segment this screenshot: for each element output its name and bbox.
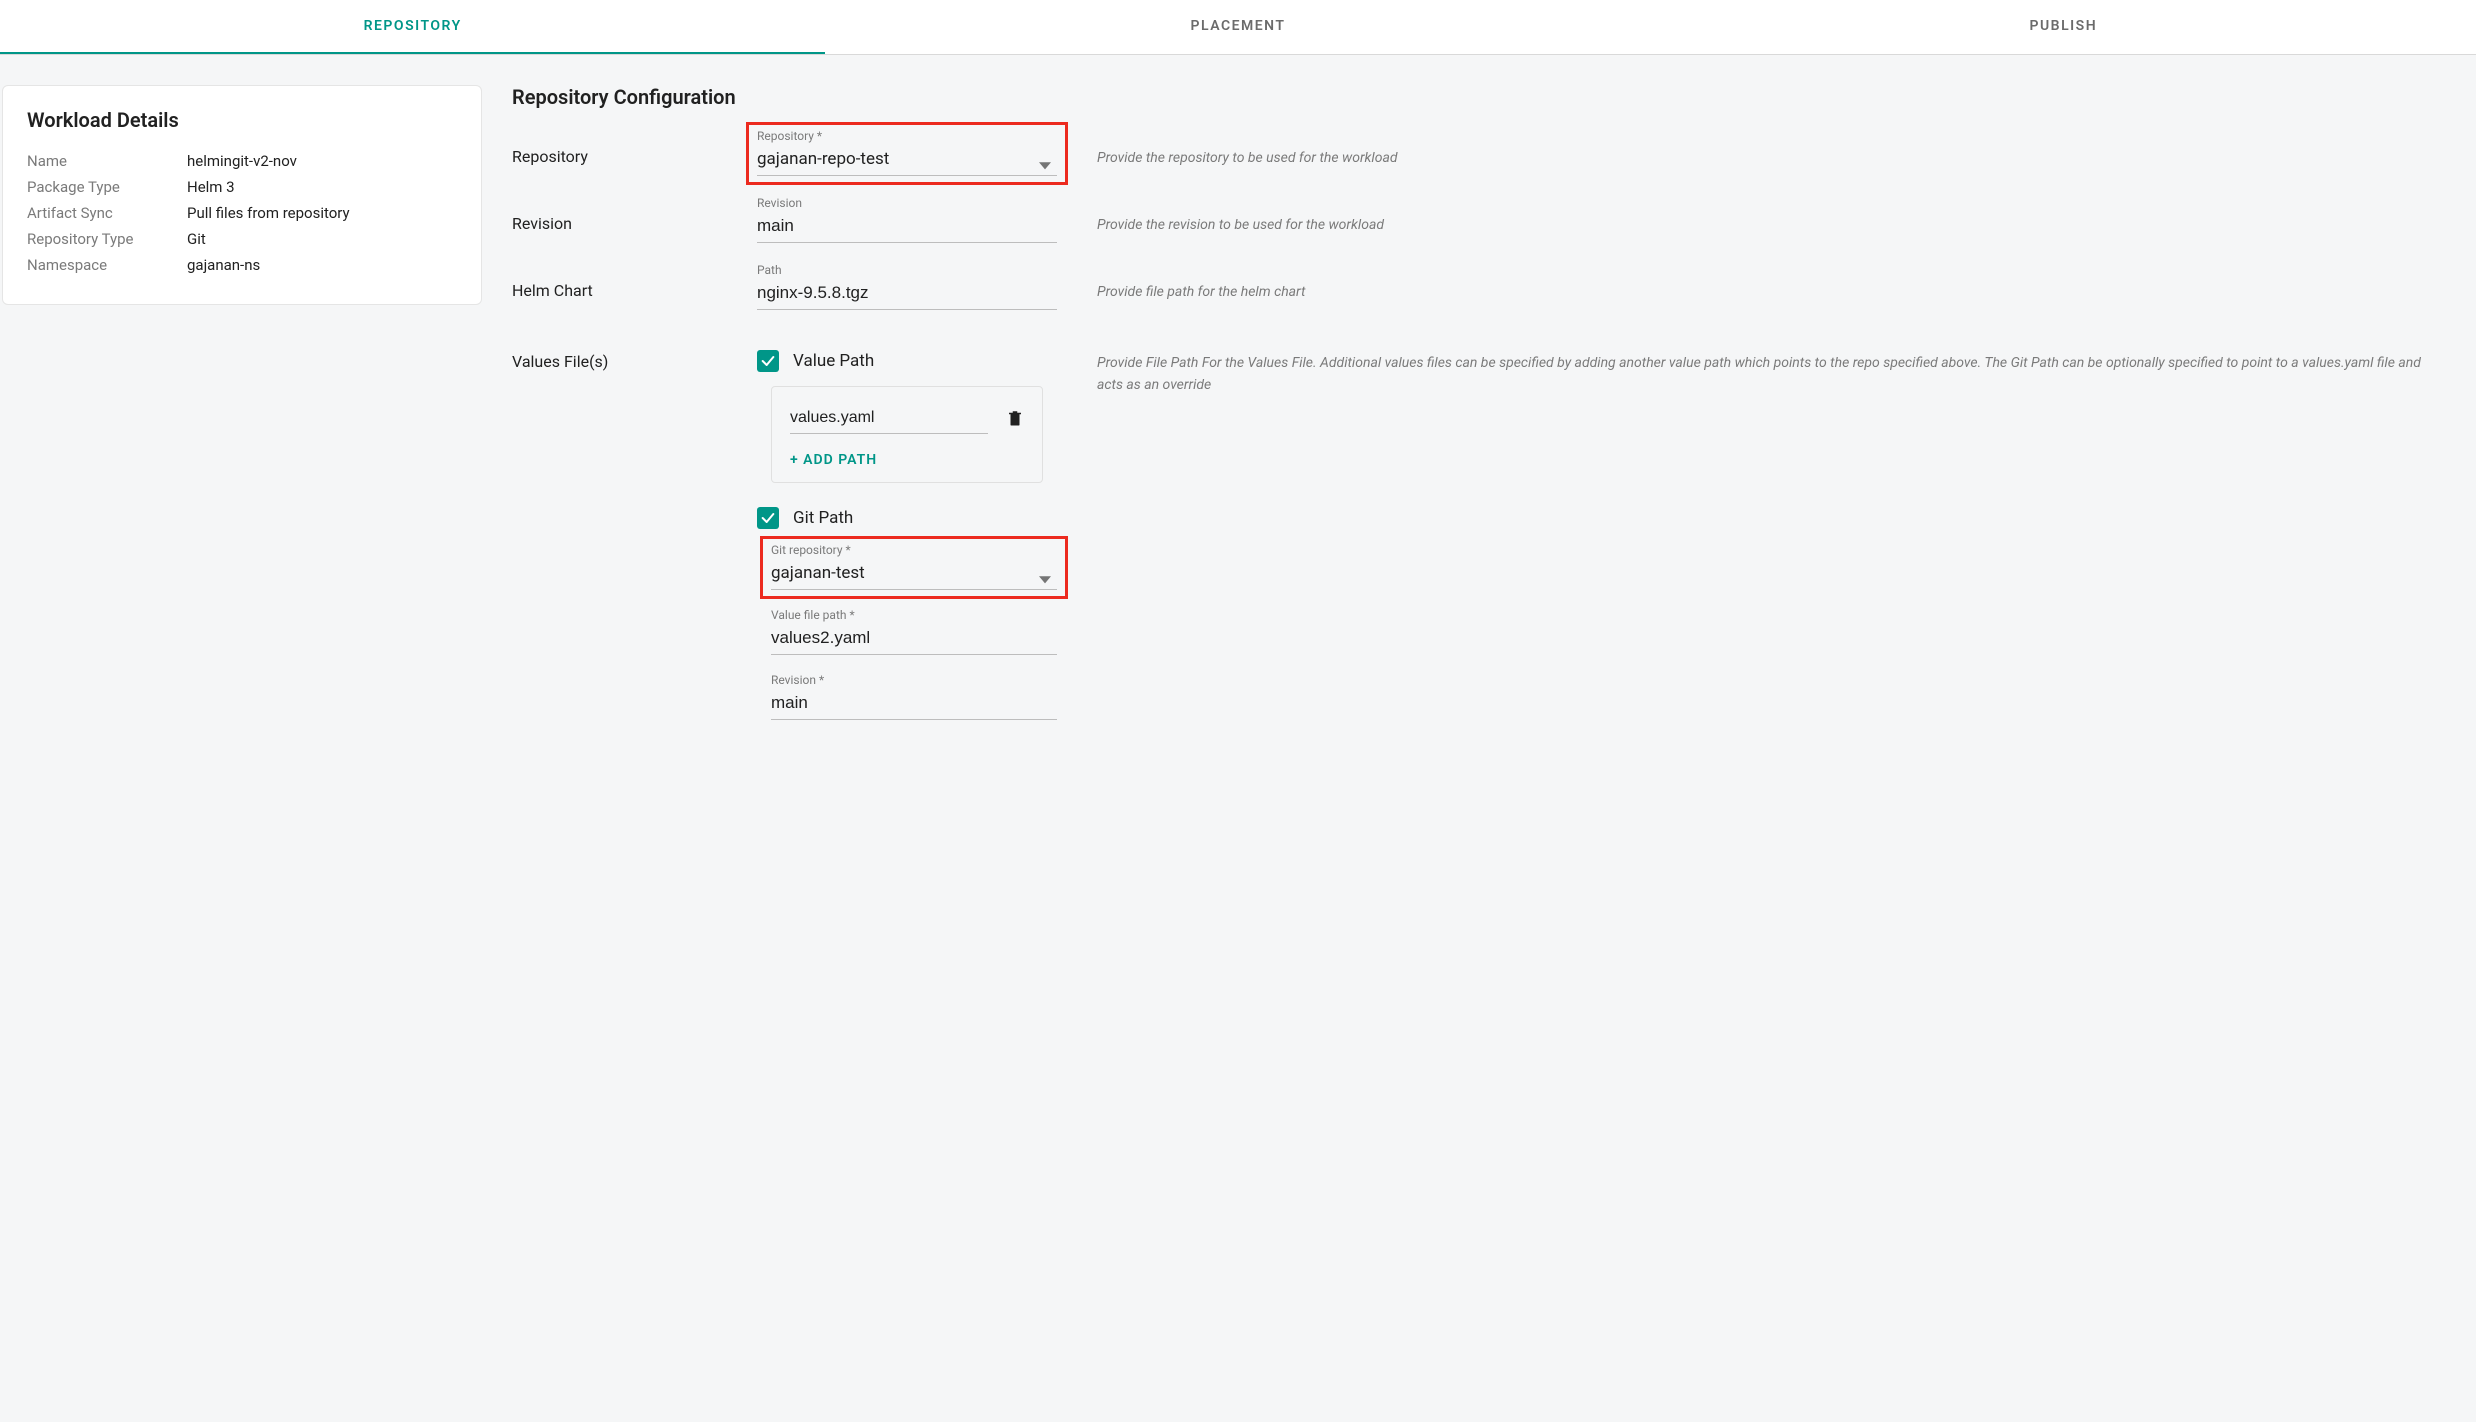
helm-chart-help: Provide file path for the helm chart bbox=[1057, 263, 2446, 303]
value-file-path-float-label: Value file path * bbox=[771, 608, 1057, 622]
wd-label-namespace: Namespace bbox=[27, 256, 187, 274]
revision-input[interactable] bbox=[757, 212, 1057, 243]
revision-help: Provide the revision to be used for the … bbox=[1057, 196, 2446, 236]
git-repository-select[interactable]: gajanan-test bbox=[771, 559, 1057, 590]
workload-details-card: Workload Details Name helmingit-v2-nov P… bbox=[2, 85, 482, 305]
repository-row-label: Repository bbox=[512, 129, 757, 166]
workload-details-title: Workload Details bbox=[27, 108, 457, 132]
check-icon bbox=[760, 510, 776, 526]
repository-config-section: Repository Configuration Repository Repo… bbox=[512, 85, 2476, 758]
helm-chart-input[interactable] bbox=[757, 279, 1057, 310]
repository-highlight: Repository * gajanan-repo-test bbox=[746, 122, 1068, 185]
wd-label-package-type: Package Type bbox=[27, 178, 187, 196]
add-path-button[interactable]: + ADD PATH bbox=[790, 452, 877, 468]
value-path-input[interactable] bbox=[790, 405, 988, 434]
tab-publish[interactable]: PUBLISH bbox=[1651, 0, 2476, 54]
repository-float-label: Repository * bbox=[757, 129, 1057, 143]
trash-icon bbox=[1006, 408, 1024, 428]
git-revision-float-label: Revision * bbox=[771, 673, 1057, 687]
wd-value-repo-type: Git bbox=[187, 230, 206, 248]
repo-config-title: Repository Configuration bbox=[512, 85, 2446, 109]
wd-label-artifact-sync: Artifact Sync bbox=[27, 204, 187, 222]
value-paths-card: + ADD PATH bbox=[771, 386, 1043, 483]
revision-float-label: Revision bbox=[757, 196, 1057, 210]
git-repository-highlight: Git repository * gajanan-test bbox=[760, 536, 1068, 599]
value-path-row bbox=[790, 405, 1024, 434]
helm-chart-row-label: Helm Chart bbox=[512, 263, 757, 300]
value-path-checkbox-label: Value Path bbox=[793, 351, 874, 371]
wd-label-name: Name bbox=[27, 152, 187, 170]
wd-value-namespace: gajanan-ns bbox=[187, 256, 260, 274]
git-revision-input[interactable] bbox=[771, 689, 1057, 720]
tabs-bar: REPOSITORY PLACEMENT PUBLISH bbox=[0, 0, 2476, 55]
helm-chart-float-label: Path bbox=[757, 263, 1057, 277]
value-file-path-input[interactable] bbox=[771, 624, 1057, 655]
values-files-row-label: Values File(s) bbox=[512, 350, 757, 371]
git-path-checkbox[interactable] bbox=[757, 507, 779, 529]
git-path-checkbox-label: Git Path bbox=[793, 508, 853, 528]
tab-repository[interactable]: REPOSITORY bbox=[0, 0, 825, 54]
wd-value-artifact-sync: Pull files from repository bbox=[187, 204, 350, 222]
wd-label-repo-type: Repository Type bbox=[27, 230, 187, 248]
check-icon bbox=[760, 353, 776, 369]
values-files-help: Provide File Path For the Values File. A… bbox=[1057, 350, 2446, 397]
git-repo-float-label: Git repository * bbox=[771, 543, 1057, 557]
repository-help: Provide the repository to be used for th… bbox=[1057, 129, 2446, 169]
repository-select[interactable]: gajanan-repo-test bbox=[757, 145, 1057, 176]
delete-path-button[interactable] bbox=[1006, 408, 1024, 432]
revision-row-label: Revision bbox=[512, 196, 757, 233]
wd-value-package-type: Helm 3 bbox=[187, 178, 235, 196]
tab-placement[interactable]: PLACEMENT bbox=[825, 0, 1650, 54]
wd-value-name: helmingit-v2-nov bbox=[187, 152, 297, 170]
value-path-checkbox[interactable] bbox=[757, 350, 779, 372]
